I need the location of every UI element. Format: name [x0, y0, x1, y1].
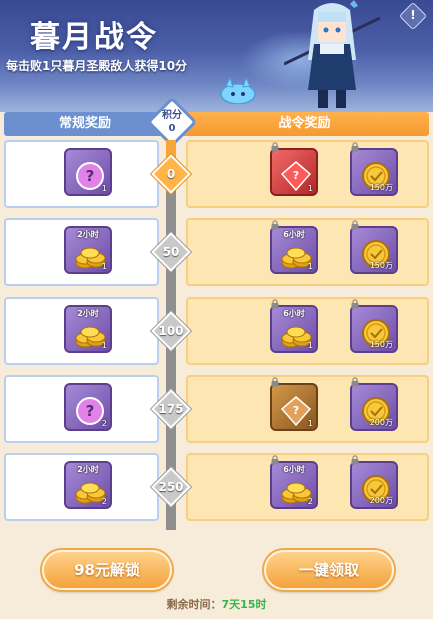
lock-icon [271, 377, 279, 387]
item-count: 1 [307, 419, 313, 428]
help-button[interactable]: ! [398, 1, 428, 31]
normal-reward-item[interactable]: ? 2 [64, 383, 112, 431]
lock-icon [271, 299, 279, 309]
svg-text:?: ? [86, 167, 95, 185]
score-badge: 积分 0 [152, 104, 192, 140]
item-count: 150万 [369, 340, 393, 349]
item-count: 2 [101, 419, 107, 428]
pass-reward-item[interactable]: 150万 [350, 148, 398, 196]
milestone-score: 100 [158, 324, 184, 338]
lock-icon [351, 455, 359, 465]
claim-all-button[interactable]: 一键领取 [264, 550, 394, 590]
item-count: 1 [307, 184, 313, 193]
item-duration: 6小时 [283, 230, 305, 239]
pass-reward-item[interactable]: 6小时 1 [270, 305, 318, 353]
item-count: 1 [307, 262, 313, 271]
svg-text:?: ? [86, 402, 95, 420]
item-count: 1 [101, 341, 107, 350]
pass-reward-item[interactable]: ? 1 [270, 383, 318, 431]
remaining-time: 剩余时间：7天15时 [0, 596, 433, 612]
lock-icon [351, 299, 359, 309]
item-count: 2 [101, 497, 107, 506]
item-count: 150万 [369, 261, 393, 270]
item-count: 200万 [369, 418, 393, 427]
score-value: 0 [168, 123, 176, 134]
normal-reward-item[interactable]: 2小时 1 [64, 226, 112, 274]
exclamation-icon: ! [410, 8, 416, 22]
item-count: 1 [307, 341, 313, 350]
svg-text:?: ? [293, 169, 299, 182]
lock-icon [351, 377, 359, 387]
item-duration: 6小时 [283, 465, 305, 474]
pass-reward-item[interactable]: 6小时 2 [270, 461, 318, 509]
unlock-pass-button[interactable]: 98元解锁 [42, 550, 172, 590]
remaining-time-label: 剩余时间： [166, 598, 222, 611]
slime-mascot-icon [220, 76, 256, 104]
event-subtitle: 每击败1只暮月圣殿敌人获得10分 [6, 59, 188, 73]
event-banner: 暮月战令 每击败1只暮月圣殿敌人获得10分 ! [0, 0, 433, 112]
item-duration: 6小时 [283, 309, 305, 318]
pass-reward-item[interactable]: 200万 [350, 461, 398, 509]
lock-icon [271, 220, 279, 230]
hero-character-icon [284, 0, 380, 108]
lock-icon [271, 142, 279, 152]
remaining-time-value: 7天15时 [221, 598, 267, 611]
item-count: 2 [307, 497, 313, 506]
item-count: 1 [101, 184, 107, 193]
milestone-score: 50 [162, 245, 180, 259]
lock-icon [351, 220, 359, 230]
event-title: 暮月战令 [30, 20, 158, 55]
item-duration: 2小时 [77, 465, 99, 474]
pass-reward-item[interactable]: 6小时 1 [270, 226, 318, 274]
normal-reward-item[interactable]: ? 1 [64, 148, 112, 196]
svg-text:?: ? [293, 404, 299, 417]
normal-reward-item[interactable]: 2小时 1 [64, 305, 112, 353]
pass-reward-item[interactable]: 150万 [350, 305, 398, 353]
item-count: 1 [101, 262, 107, 271]
pass-reward-item[interactable]: 200万 [350, 383, 398, 431]
pass-reward-item[interactable]: ? 1 [270, 148, 318, 196]
item-count: 200万 [369, 496, 393, 505]
milestone-score: 0 [166, 167, 176, 181]
pass-reward-item[interactable]: 150万 [350, 226, 398, 274]
item-duration: 2小时 [77, 309, 99, 318]
pass-rewards-header: 战令奖励 [180, 112, 429, 136]
normal-rewards-header: 常规奖励 [4, 112, 166, 136]
normal-reward-item[interactable]: 2小时 2 [64, 461, 112, 509]
lock-icon [351, 142, 359, 152]
score-label: 积分 [162, 110, 182, 121]
milestone-score: 175 [158, 402, 184, 416]
milestone-score: 250 [158, 480, 184, 494]
lock-icon [271, 455, 279, 465]
item-duration: 2小时 [77, 230, 99, 239]
item-count: 150万 [369, 183, 393, 192]
